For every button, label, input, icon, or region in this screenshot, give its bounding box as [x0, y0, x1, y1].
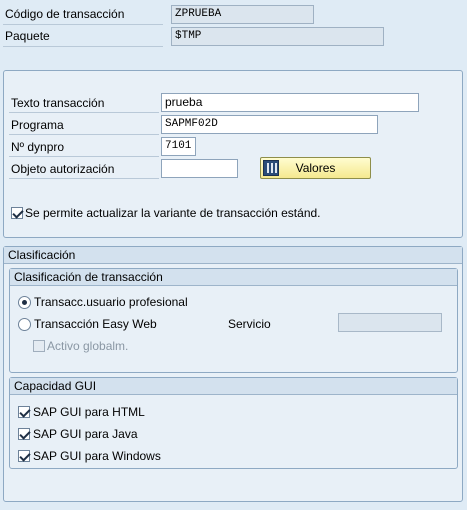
- classification-group: Clasificación Clasificación de transacci…: [3, 246, 463, 502]
- tcode-label: Código de transacción: [3, 4, 163, 25]
- details-frame: Texto transacción prueba Programa SAPMF0…: [3, 70, 463, 238]
- text-label: Texto transacción: [9, 93, 159, 113]
- radio-easy-web[interactable]: [18, 318, 31, 331]
- service-label: Servicio: [228, 317, 271, 331]
- variant-update-label: Se permite actualizar la variante de tra…: [25, 206, 321, 220]
- text-input[interactable]: prueba: [161, 93, 419, 112]
- gui-java-label: SAP GUI para Java: [33, 427, 138, 441]
- package-label: Paquete: [3, 26, 163, 47]
- tcode-field[interactable]: ZPRUEBA: [171, 5, 314, 24]
- global-active-label: Activo globalm.: [47, 339, 129, 353]
- global-active-checkbox[interactable]: [33, 340, 45, 352]
- radio-easy-web-label: Transacción Easy Web: [34, 317, 157, 331]
- radio-professional-label: Transacc.usuario profesional: [34, 295, 188, 309]
- transaction-maintenance-screen: Código de transacción ZPRUEBA Paquete $T…: [0, 0, 467, 510]
- gui-windows-label: SAP GUI para Windows: [33, 449, 161, 463]
- auth-object-label: Objeto autorización: [9, 159, 159, 179]
- dynpro-input[interactable]: 7101: [161, 137, 196, 156]
- gui-html-label: SAP GUI para HTML: [33, 405, 145, 419]
- package-field[interactable]: $TMP: [171, 27, 384, 46]
- values-button[interactable]: Valores: [260, 157, 371, 179]
- service-input[interactable]: [338, 313, 442, 332]
- radio-professional-user[interactable]: [18, 296, 31, 309]
- auth-object-input[interactable]: [161, 159, 238, 178]
- gui-windows-checkbox[interactable]: [18, 450, 30, 462]
- program-label: Programa: [9, 115, 159, 135]
- gui-capability-title: Capacidad GUI: [10, 378, 457, 395]
- gui-java-checkbox[interactable]: [18, 428, 30, 440]
- dynpro-label: Nº dynpro: [9, 137, 159, 157]
- gui-html-checkbox[interactable]: [18, 406, 30, 418]
- table-icon: [263, 160, 279, 176]
- classification-title: Clasificación: [4, 247, 462, 264]
- variant-update-checkbox[interactable]: [11, 207, 23, 219]
- program-input[interactable]: SAPMF02D: [161, 115, 378, 134]
- transaction-classification-title: Clasificación de transacción: [10, 269, 457, 286]
- gui-capability-group: Capacidad GUI SAP GUI para HTML SAP GUI …: [9, 377, 458, 469]
- values-button-label: Valores: [295, 161, 336, 175]
- transaction-classification-group: Clasificación de transacción Transacc.us…: [9, 268, 458, 373]
